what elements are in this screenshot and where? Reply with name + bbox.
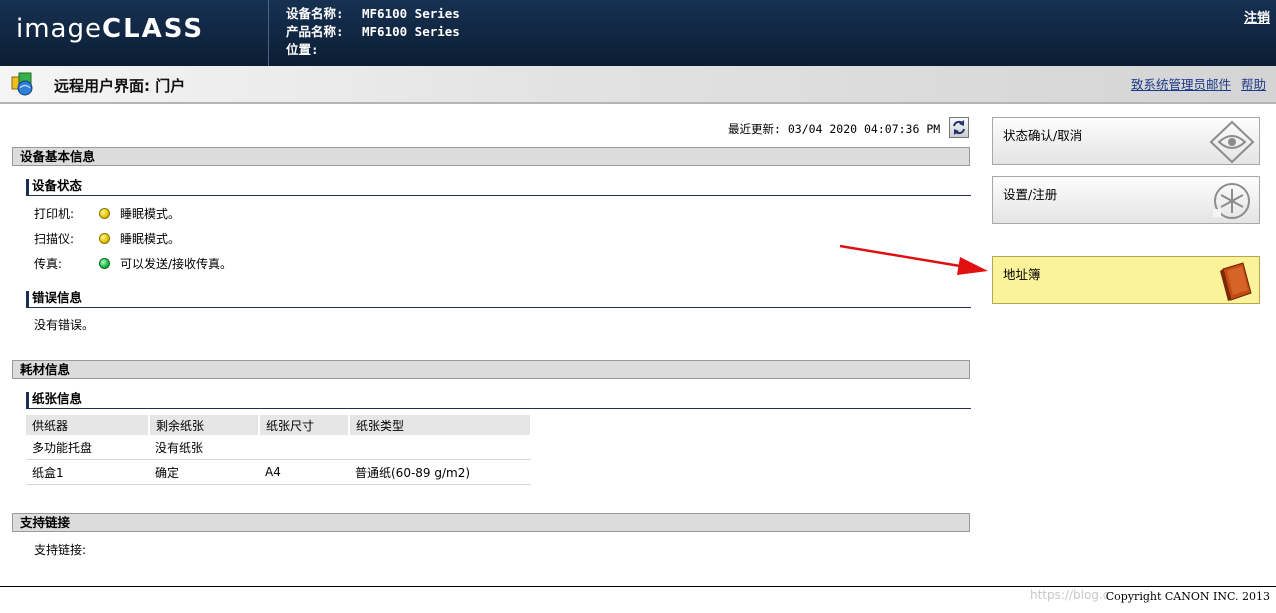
status-cancel-button[interactable]: 状态确认/取消 bbox=[992, 117, 1260, 165]
table-cell: 普通纸(60-89 g/m2) bbox=[349, 459, 531, 485]
printer-status-row: 打印机: 睡眠模式。 bbox=[34, 205, 180, 222]
section-basic-info: 设备基本信息 bbox=[12, 147, 970, 166]
table-cell: 确定 bbox=[149, 459, 259, 485]
logo-text-image: image bbox=[16, 14, 102, 44]
support-label: 支持链接: bbox=[34, 543, 87, 557]
subsection-error-info: 错误信息 bbox=[26, 290, 971, 308]
printer-status-value: 睡眠模式。 bbox=[120, 207, 181, 221]
footer-divider bbox=[0, 586, 1276, 587]
scanner-status-value: 睡眠模式。 bbox=[120, 232, 181, 246]
mail-admin-link[interactable]: 致系统管理员邮件 bbox=[1131, 77, 1231, 92]
settings-register-label: 设置/注册 bbox=[1003, 187, 1058, 202]
settings-register-button[interactable]: 设置/注册 bbox=[992, 176, 1260, 224]
header-divider bbox=[268, 0, 269, 66]
refresh-icon bbox=[953, 120, 965, 135]
copyright-text: Copyright CANON INC. 2013 bbox=[1105, 590, 1270, 603]
eye-diamond-icon bbox=[1209, 120, 1255, 164]
table-cell: A4 bbox=[259, 459, 349, 485]
product-name-label: 产品名称: bbox=[286, 24, 344, 39]
header-links: 致系统管理员邮件 帮助 bbox=[1125, 74, 1266, 93]
red-arrow-annotation bbox=[839, 244, 988, 275]
table-row: 多功能托盘 没有纸张 bbox=[26, 435, 531, 460]
printer-status-icon bbox=[99, 208, 110, 219]
fax-status-value: 可以发送/接收传真。 bbox=[120, 257, 233, 271]
scanner-status-row: 扫描仪: 睡眠模式。 bbox=[34, 230, 180, 247]
device-name-label: 设备名称: bbox=[286, 6, 344, 21]
portal-title-bar: 远程用户界面: 门户 致系统管理员邮件 帮助 bbox=[0, 66, 1276, 104]
location-label: 位置: bbox=[286, 42, 319, 57]
watermark-text: https://blog.c bbox=[1030, 588, 1110, 602]
fax-status-row: 传真: 可以发送/接收传真。 bbox=[34, 255, 232, 272]
address-book-icon bbox=[1220, 262, 1252, 301]
table-cell: 没有纸张 bbox=[149, 435, 259, 460]
imageclass-logo: imageCLASS bbox=[16, 14, 204, 44]
fax-status-icon bbox=[99, 258, 110, 269]
top-header: imageCLASS 设备名称: MF6100 Series 产品名称: MF610… bbox=[0, 0, 1276, 66]
scanner-status-icon bbox=[99, 233, 110, 244]
col-header-source: 供纸器 bbox=[26, 415, 150, 435]
device-name-value: MF6100 Series bbox=[362, 6, 460, 21]
table-row: 纸盒1 确定 A4 普通纸(60-89 g/m2) bbox=[26, 459, 531, 485]
device-info: 设备名称: MF6100 Series 产品名称: MF6100 Series 位置… bbox=[286, 5, 460, 59]
help-link[interactable]: 帮助 bbox=[1241, 77, 1266, 92]
page-title: 远程用户界面: 门户 bbox=[54, 77, 186, 95]
section-consumables: 耗材信息 bbox=[12, 360, 970, 379]
address-book-button[interactable]: 地址簿 bbox=[992, 256, 1260, 304]
fax-label: 传真: bbox=[34, 257, 63, 271]
printer-label: 打印机: bbox=[34, 207, 75, 221]
table-cell: 纸盒1 bbox=[26, 459, 149, 485]
table-cell bbox=[259, 435, 349, 460]
scanner-label: 扫描仪: bbox=[34, 232, 75, 246]
col-header-size: 纸张尺寸 bbox=[259, 415, 350, 435]
table-cell bbox=[349, 435, 531, 460]
last-updated: 最近更新: 03/04 2020 04:07:36 PM bbox=[728, 122, 941, 136]
logout-link[interactable]: 注销 bbox=[1244, 7, 1270, 26]
error-text: 没有错误。 bbox=[34, 318, 95, 332]
col-header-type: 纸张类型 bbox=[349, 415, 532, 435]
product-name-value: MF6100 Series bbox=[362, 24, 460, 39]
portal-icon bbox=[11, 72, 33, 96]
col-header-remaining: 剩余纸张 bbox=[149, 415, 260, 435]
paper-table: 供纸器 剩余纸张 纸张尺寸 纸张类型 多功能托盘 没有纸张 纸盒1 确定 A4 … bbox=[26, 415, 532, 485]
subsection-paper-info: 纸张信息 bbox=[26, 391, 971, 409]
refresh-button[interactable] bbox=[949, 117, 969, 138]
settings-gear-icon bbox=[1213, 183, 1250, 219]
subsection-device-status: 设备状态 bbox=[26, 178, 971, 196]
logo-text-class: CLASS bbox=[101, 14, 205, 44]
table-cell: 多功能托盘 bbox=[26, 435, 149, 460]
status-cancel-label: 状态确认/取消 bbox=[1003, 128, 1083, 143]
table-header-row: 供纸器 剩余纸张 纸张尺寸 纸张类型 bbox=[26, 415, 532, 435]
section-support: 支持链接 bbox=[12, 513, 970, 532]
address-book-label: 地址簿 bbox=[1003, 267, 1041, 282]
